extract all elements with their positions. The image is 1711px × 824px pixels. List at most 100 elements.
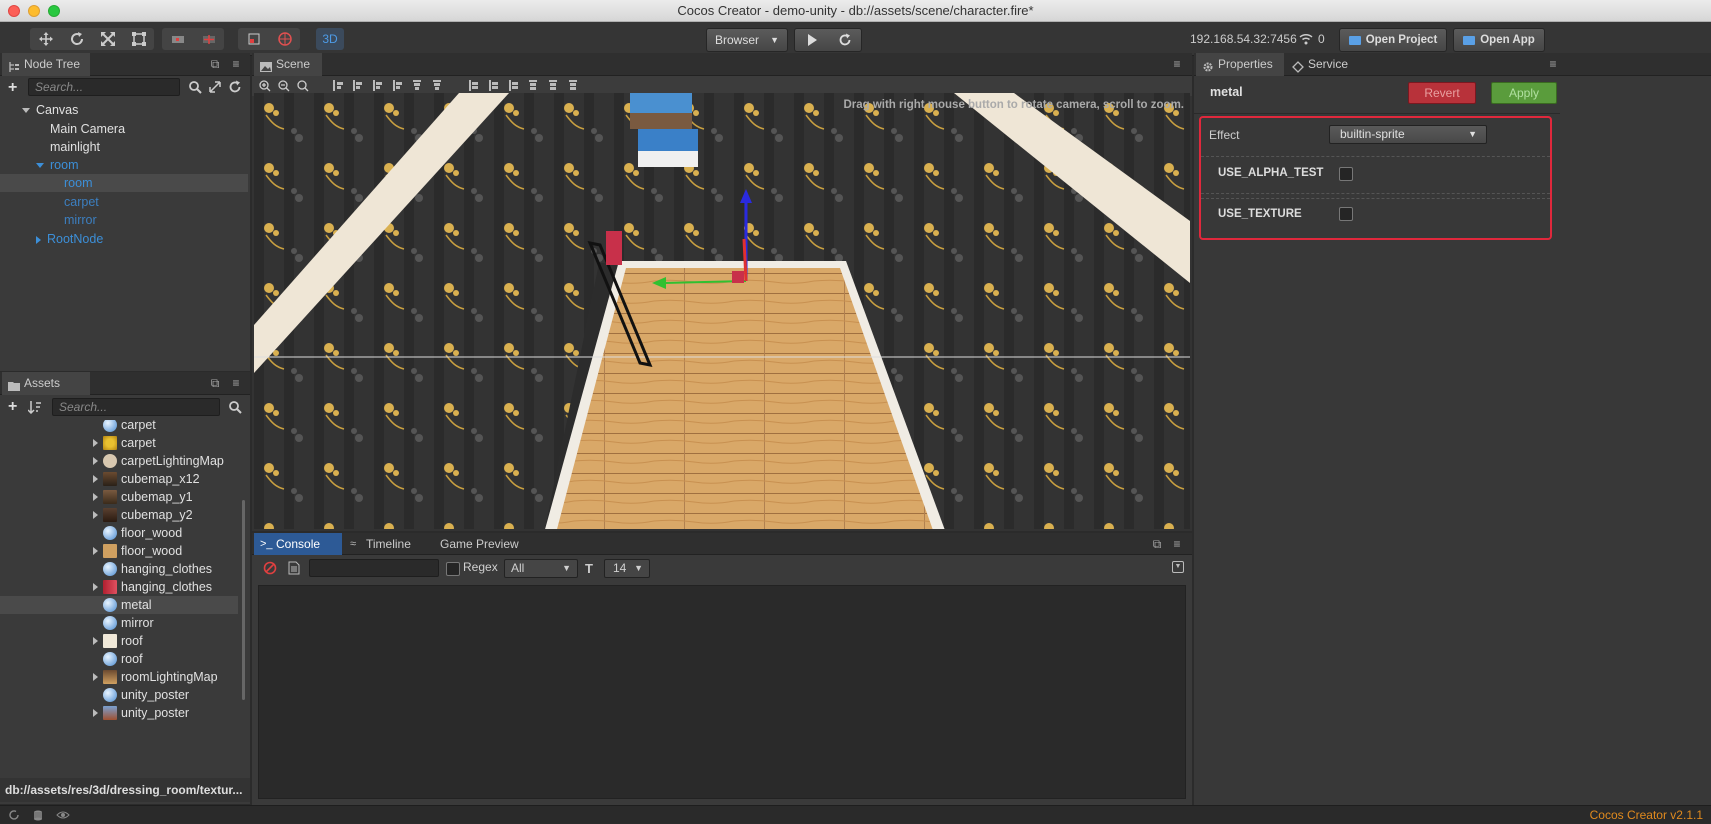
add-node-icon[interactable]: + [8, 79, 17, 97]
asset-item[interactable]: hanging_clothes [0, 560, 250, 578]
asset-item[interactable]: floor_wood [0, 524, 250, 542]
refresh-icon[interactable] [828, 29, 861, 51]
asset-item[interactable]: cubemap_y1 [0, 488, 250, 506]
database-icon[interactable] [32, 809, 44, 821]
play-icon[interactable] [795, 29, 828, 51]
grid-globe-icon[interactable] [269, 28, 300, 50]
collapse-icon[interactable]: ▼ [1172, 561, 1184, 573]
asset-name: metal [1210, 85, 1243, 99]
chevron-right-icon[interactable] [93, 583, 98, 591]
asset-item[interactable]: carpet [0, 434, 250, 452]
tree-node-carpet[interactable]: carpet [64, 193, 99, 211]
apply-button[interactable]: Apply [1491, 82, 1557, 104]
platform-select[interactable]: Browser ▼ [706, 28, 788, 52]
scene-viewport[interactable]: Drag with right mouse button to rotate c… [254, 93, 1190, 529]
transform-tools [30, 28, 154, 50]
tab-game-preview[interactable]: Game Preview [434, 533, 526, 555]
tab-service[interactable]: Service [1286, 53, 1374, 76]
asset-item[interactable]: unity_poster [0, 686, 250, 704]
chevron-right-icon[interactable] [36, 235, 41, 244]
tree-node-room[interactable]: room [64, 174, 92, 192]
asset-item[interactable]: roomLightingMap [0, 668, 250, 686]
zoom-window-button[interactable] [48, 5, 60, 17]
regex-checkbox[interactable] [446, 562, 460, 576]
chevron-right-icon[interactable] [93, 673, 98, 681]
asset-item[interactable]: roof [0, 650, 250, 668]
rotate-tool-icon[interactable] [61, 28, 92, 50]
font-size-select[interactable]: 14 ▼ [604, 559, 650, 578]
asset-item[interactable]: cubemap_y2 [0, 506, 250, 524]
chevron-right-icon[interactable] [93, 709, 98, 717]
chevron-right-icon[interactable] [93, 547, 98, 555]
node-search-input[interactable]: Search... [28, 78, 180, 96]
menu-icon[interactable]: ≡ [1546, 57, 1560, 71]
refresh-status-icon[interactable] [8, 809, 20, 821]
tab-assets[interactable]: Assets [2, 372, 90, 395]
add-asset-icon[interactable]: + [8, 398, 17, 416]
log-level-select[interactable]: All ▼ [504, 559, 578, 578]
eye-icon[interactable] [56, 809, 70, 821]
popout-icon[interactable]: ⧉ [208, 57, 222, 71]
toggle-3d-button[interactable]: 3D [316, 28, 344, 50]
chevron-right-icon[interactable] [93, 475, 98, 483]
scale-tool-icon[interactable] [92, 28, 123, 50]
tab-timeline[interactable]: ≈ Timeline [344, 533, 432, 555]
console-filter-input[interactable] [309, 559, 439, 577]
tree-node-mainlight[interactable]: mainlight [50, 138, 100, 156]
menu-icon[interactable]: ≡ [229, 57, 243, 71]
clear-console-icon[interactable] [263, 561, 277, 575]
tree-node-canvas[interactable]: Canvas [22, 101, 78, 119]
asset-item[interactable]: mirror [0, 614, 250, 632]
refresh-icon[interactable] [228, 80, 242, 94]
effect-select[interactable]: builtin-sprite ▼ [1329, 125, 1487, 144]
sort-icon[interactable] [27, 400, 42, 415]
texture-icon [103, 634, 117, 648]
rect-tool-icon[interactable] [123, 28, 154, 50]
asset-item-selected[interactable]: metal [0, 596, 238, 614]
snap-icon[interactable] [238, 28, 269, 50]
tree-node-mirror[interactable]: mirror [64, 211, 97, 229]
pivot-icon[interactable] [162, 28, 193, 50]
asset-item[interactable]: roof [0, 632, 250, 650]
popout-icon[interactable]: ⧉ [1150, 537, 1164, 551]
chevron-down-icon[interactable] [22, 108, 30, 114]
open-app-button[interactable]: Open App [1453, 28, 1545, 52]
asset-scrollbar[interactable] [242, 500, 245, 700]
popout-icon[interactable]: ⧉ [208, 376, 222, 390]
tab-console[interactable]: >_ Console [254, 533, 342, 555]
tab-scene[interactable]: Scene [254, 53, 322, 76]
chevron-right-icon[interactable] [93, 637, 98, 645]
menu-icon[interactable]: ≡ [1170, 537, 1184, 551]
chevron-right-icon[interactable] [93, 457, 98, 465]
open-log-icon[interactable] [288, 561, 300, 575]
asset-item[interactable]: carpet [0, 420, 250, 434]
menu-icon[interactable]: ≡ [229, 376, 243, 390]
asset-item[interactable]: hanging_clothes [0, 578, 250, 596]
asset-item[interactable]: unity_poster [0, 704, 250, 722]
menu-icon[interactable]: ≡ [1170, 57, 1184, 71]
asset-search-input[interactable]: Search... [52, 398, 220, 416]
search-icon[interactable] [188, 80, 202, 94]
asset-item[interactable]: floor_wood [0, 542, 250, 560]
global-local-icon[interactable] [193, 28, 224, 50]
minimize-window-button[interactable] [28, 5, 40, 17]
asset-item[interactable]: carpetLightingMap [0, 452, 250, 470]
asset-item[interactable]: cubemap_x12 [0, 470, 250, 488]
chevron-right-icon[interactable] [93, 493, 98, 501]
tree-node-main-camera[interactable]: Main Camera [50, 120, 125, 138]
close-window-button[interactable] [8, 5, 20, 17]
search-icon[interactable] [228, 400, 242, 414]
tab-properties[interactable]: Properties [1196, 53, 1284, 76]
tree-node-rootnode[interactable]: RootNode [36, 230, 103, 248]
chevron-right-icon[interactable] [93, 511, 98, 519]
tab-node-tree[interactable]: Node Tree [2, 53, 90, 76]
tree-node-room-parent[interactable]: room [36, 156, 78, 174]
use-alpha-test-checkbox[interactable] [1339, 167, 1353, 181]
chevron-right-icon[interactable] [93, 439, 98, 447]
expand-icon[interactable] [208, 80, 222, 94]
move-tool-icon[interactable] [30, 28, 61, 50]
chevron-down-icon[interactable] [36, 163, 44, 169]
revert-button[interactable]: Revert [1408, 82, 1476, 104]
open-project-button[interactable]: Open Project [1339, 28, 1447, 52]
use-texture-checkbox[interactable] [1339, 207, 1353, 221]
